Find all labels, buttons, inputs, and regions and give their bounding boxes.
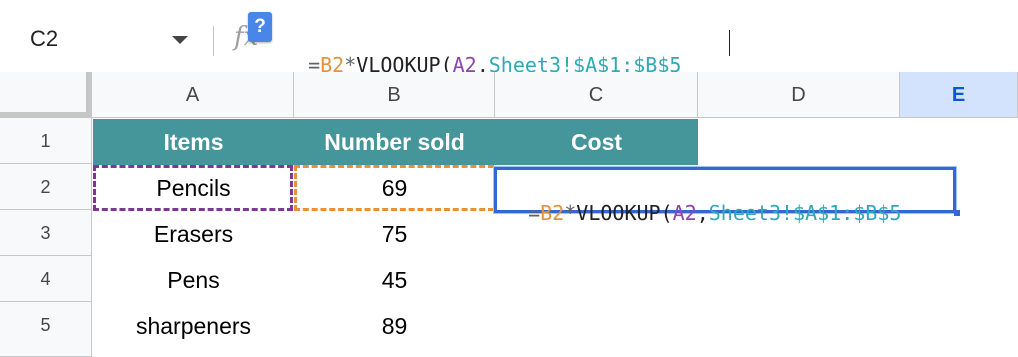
cell-b3[interactable]: 75 <box>294 211 495 257</box>
column-header-d[interactable]: D <box>698 72 900 118</box>
text-cursor <box>729 30 730 56</box>
cell-c1[interactable]: Cost <box>495 119 698 165</box>
cell-editor-formula[interactable]: =B2*VLOOKUP(A2,Sheet3!$A$1:$B$5 <box>504 177 901 225</box>
editor-part-operator: * <box>564 201 577 225</box>
chevron-down-icon[interactable] <box>172 36 188 44</box>
column-header-e[interactable]: E <box>900 72 1018 118</box>
editor-part-ref-b2: B2 <box>540 201 565 225</box>
freeze-row-handle[interactable] <box>0 112 86 117</box>
row-header-1[interactable]: 1 <box>0 118 92 164</box>
freeze-column-handle[interactable] <box>86 72 91 117</box>
editor-part-range: Sheet3!$A$1:$B$5 <box>708 201 902 225</box>
help-icon[interactable]: ? <box>248 12 272 42</box>
cell-b4[interactable]: 45 <box>294 257 495 303</box>
cell-a3[interactable]: Erasers <box>93 211 294 257</box>
row-header-2[interactable]: 2 <box>0 164 92 210</box>
editor-part-equals: = <box>528 201 541 225</box>
row-header-5[interactable]: 5 <box>0 302 92 357</box>
editor-part-ref-a2: A2 <box>672 201 697 225</box>
range-highlight-b2 <box>294 165 494 211</box>
name-box-value: C2 <box>30 26 59 51</box>
row-header-4[interactable]: 4 <box>0 256 92 302</box>
row-header-3[interactable]: 3 <box>0 210 92 256</box>
range-highlight-a2 <box>93 165 293 211</box>
cell-a5[interactable]: sharpeners <box>93 303 294 349</box>
formula-input[interactable]: =B2*VLOOKUP(A2,Sheet3!$A$1:$B$5 <box>284 29 681 77</box>
cell-a1[interactable]: Items <box>93 119 294 165</box>
column-header-a[interactable]: A <box>92 72 294 118</box>
cell-b1[interactable]: Number sold <box>294 119 495 165</box>
column-header-c[interactable]: C <box>495 72 698 118</box>
editor-part-function: VLOOKUP( <box>576 201 673 225</box>
formula-bar-divider <box>213 26 214 56</box>
editor-part-comma: , <box>696 201 709 225</box>
fill-handle[interactable] <box>954 210 960 216</box>
cell-a4[interactable]: Pens <box>93 257 294 303</box>
column-header-b[interactable]: B <box>294 72 495 118</box>
cell-b5[interactable]: 89 <box>294 303 495 349</box>
